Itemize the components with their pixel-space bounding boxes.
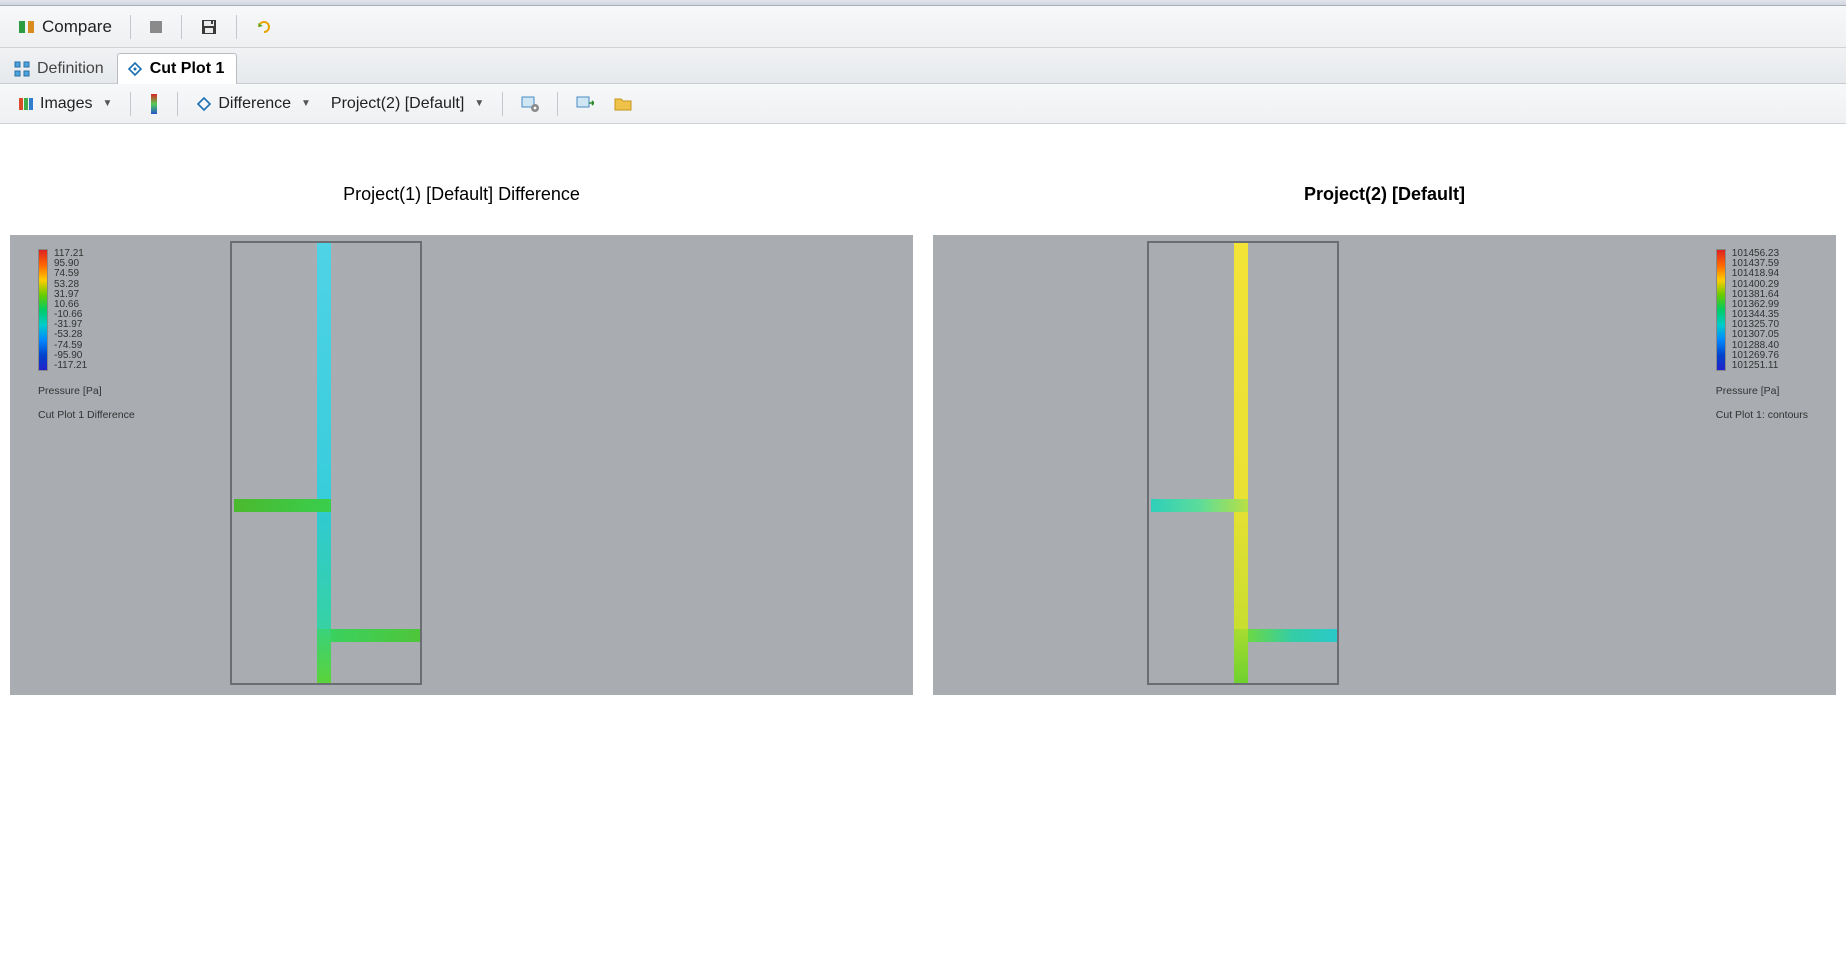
channel-branch-right (331, 629, 420, 642)
refresh-icon (255, 18, 273, 36)
toolbar-separator (181, 15, 182, 39)
compare-label: Compare (42, 17, 112, 37)
legend-tick: -53.28 (54, 330, 87, 340)
geometry-outline (230, 241, 422, 685)
save-button[interactable] (192, 14, 226, 40)
content-area: Project(1) [Default] Difference 117.21 9… (0, 124, 1846, 695)
image-export-icon (576, 95, 594, 113)
legend-tick: 101251.11 (1732, 361, 1779, 371)
difference-icon (196, 96, 212, 112)
images-icon (18, 96, 34, 112)
geometry-right (1147, 241, 1339, 685)
plot-settings-button[interactable] (513, 91, 547, 117)
legend-left-sub: Cut Plot 1 Difference (38, 409, 135, 421)
images-dropdown[interactable]: Images ▼ (10, 91, 120, 117)
channel-branch-left (1151, 499, 1248, 512)
toolbar-separator (130, 15, 131, 39)
legend-left-caption: Pressure [Pa] (38, 385, 135, 397)
legend-tick: -117.21 (54, 361, 87, 371)
channel-vertical (1234, 243, 1248, 499)
channel-vertical (1234, 629, 1248, 683)
tab-cut-plot-1[interactable]: Cut Plot 1 (117, 53, 238, 84)
panel-right-title: Project(2) [Default] (933, 124, 1836, 235)
legend-right-values: 101456.23 101437.59 101418.94 101400.29 … (1732, 249, 1779, 371)
export-image-button[interactable] (568, 91, 602, 117)
legend-tick: 74.59 (54, 269, 87, 279)
color-scale-icon (149, 94, 159, 114)
tab-definition[interactable]: Definition (4, 53, 117, 84)
mode-dropdown[interactable]: Difference ▼ (188, 91, 319, 117)
folder-icon (614, 96, 632, 112)
viewport-left[interactable]: 117.21 95.90 74.59 53.28 31.97 10.66 -10… (10, 235, 913, 695)
floppy-icon (200, 18, 218, 36)
legend-tick: 101418.94 (1732, 269, 1779, 279)
sub-toolbar: Images ▼ Difference ▼ Project(2) [Defaul… (0, 84, 1846, 124)
stop-button[interactable] (141, 16, 171, 38)
toolbar-separator (130, 92, 131, 116)
geometry-left (230, 241, 422, 685)
legend-tick: 101307.05 (1732, 330, 1779, 340)
channel-vertical (317, 629, 331, 683)
panel-left: Project(1) [Default] Difference 117.21 9… (10, 124, 913, 695)
geometry-outline (1147, 241, 1339, 685)
legend-left-colorbar (38, 249, 48, 371)
legend-left-values: 117.21 95.90 74.59 53.28 31.97 10.66 -10… (54, 249, 87, 371)
tab-cut-plot-1-label: Cut Plot 1 (150, 60, 225, 78)
legend-button[interactable] (141, 90, 167, 118)
channel-branch-right (1248, 629, 1337, 642)
toolbar-separator (502, 92, 503, 116)
compare-button[interactable]: Compare (10, 13, 120, 41)
project-label: Project(2) [Default] (331, 95, 464, 113)
main-toolbar: Compare (0, 6, 1846, 48)
channel-vertical (1234, 499, 1248, 629)
open-folder-button[interactable] (606, 92, 640, 116)
legend-right: 101456.23 101437.59 101418.94 101400.29 … (1716, 249, 1808, 421)
stop-icon (149, 20, 163, 34)
toolbar-separator (557, 92, 558, 116)
toolbar-separator (236, 15, 237, 39)
panel-right: Project(2) [Default] 101456.23 101437.59… (933, 124, 1836, 695)
chevron-down-icon: ▼ (301, 98, 311, 109)
tab-definition-label: Definition (37, 60, 104, 78)
definition-icon (13, 60, 31, 78)
legend-left: 117.21 95.90 74.59 53.28 31.97 10.66 -10… (38, 249, 135, 421)
channel-vertical (317, 499, 331, 629)
toolbar-separator (177, 92, 178, 116)
mode-label: Difference (218, 95, 291, 113)
channel-branch-left (234, 499, 331, 512)
viewport-right[interactable]: 101456.23 101437.59 101418.94 101400.29 … (933, 235, 1836, 695)
images-label: Images (40, 95, 92, 113)
plot-gear-icon (521, 95, 539, 113)
legend-right-caption: Pressure [Pa] (1716, 385, 1808, 397)
chevron-down-icon: ▼ (102, 98, 112, 109)
refresh-button[interactable] (247, 14, 281, 40)
project-dropdown[interactable]: Project(2) [Default] ▼ (323, 91, 492, 117)
compare-icon (18, 18, 36, 36)
cut-plot-icon (126, 60, 144, 78)
channel-vertical (317, 243, 331, 499)
legend-right-colorbar (1716, 249, 1726, 371)
chevron-down-icon: ▼ (474, 98, 484, 109)
legend-right-sub: Cut Plot 1: contours (1716, 409, 1808, 421)
panel-left-title: Project(1) [Default] Difference (10, 124, 913, 235)
tabs-row: Definition Cut Plot 1 (0, 48, 1846, 84)
